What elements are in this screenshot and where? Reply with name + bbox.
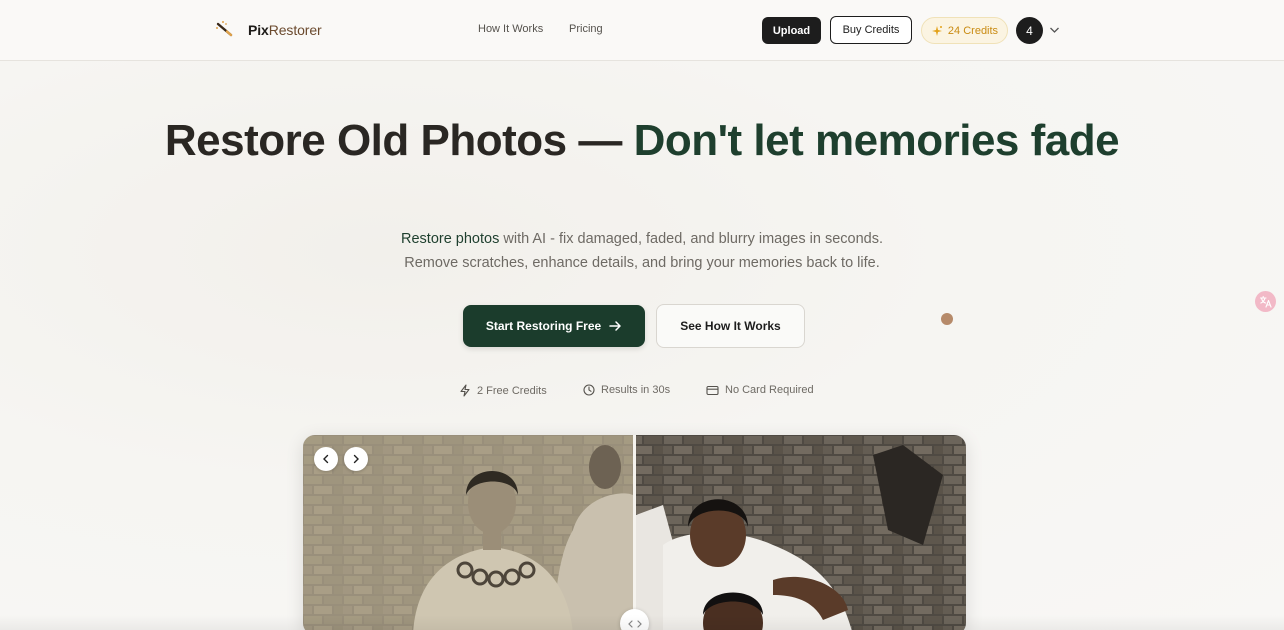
- hero-subtitle-line2: Remove scratches, enhance details, and b…: [404, 255, 880, 271]
- feature-free-credits: 2 Free Credits: [459, 384, 547, 397]
- hero-title: Restore Old Photos — Don't let memories …: [0, 118, 1284, 164]
- hero-title-part1: Restore Old Photos —: [164, 116, 634, 165]
- card-icon: [706, 385, 719, 395]
- sparkle-icon: [931, 25, 942, 36]
- chevron-left-icon: [323, 454, 329, 464]
- before-after-comparison[interactable]: [303, 435, 966, 630]
- feature-label: No Card Required: [725, 384, 814, 396]
- nav-pricing[interactable]: Pricing: [569, 23, 603, 35]
- decorative-dot: [941, 313, 953, 325]
- feature-results-time: Results in 30s: [583, 384, 670, 396]
- feature-no-card: No Card Required: [706, 384, 814, 396]
- bottom-edge-shadow: [0, 615, 1284, 630]
- feature-label: Results in 30s: [601, 384, 671, 396]
- comparison-photo: [303, 435, 966, 630]
- upload-button[interactable]: Upload: [762, 17, 821, 44]
- logo-restorer: Restorer: [268, 22, 322, 38]
- credits-label: 24 Credits: [947, 24, 999, 37]
- clock-icon: [583, 384, 595, 396]
- chevron-down-icon[interactable]: [1049, 25, 1060, 35]
- logo-pix: Pix: [248, 22, 269, 38]
- translate-widget-button[interactable]: [1255, 291, 1276, 312]
- feature-label: 2 Free Credits: [477, 384, 547, 397]
- see-how-it-works-button[interactable]: See How It Works: [656, 304, 805, 348]
- hero-subtitle-line1: Restore photos with AI - fix damaged, fa…: [0, 231, 1284, 247]
- arrow-right-icon: [609, 321, 621, 331]
- translate-icon: [1259, 295, 1272, 308]
- hero-title-part2: Don't let memories fade: [633, 116, 1120, 165]
- nav-how-it-works[interactable]: How It Works: [478, 23, 543, 35]
- chevron-right-icon: [353, 454, 359, 464]
- credits-badge[interactable]: 24 Credits: [921, 17, 1008, 44]
- start-restoring-label: Start Restoring Free: [485, 319, 602, 333]
- next-button[interactable]: [344, 447, 368, 471]
- magic-wand-icon: [216, 21, 233, 37]
- hero-subtitle-rest: with AI - fix damaged, faded, and blurry…: [499, 231, 883, 247]
- top-navbar: PixRestorer How It Works Pricing Upload …: [0, 0, 1284, 61]
- buy-credits-button[interactable]: Buy Credits: [830, 16, 912, 44]
- lightning-icon: [460, 384, 470, 397]
- logo[interactable]: PixRestorer: [214, 19, 322, 41]
- avatar[interactable]: 4: [1016, 17, 1043, 44]
- hero-subtitle-strong: Restore photos: [401, 231, 500, 247]
- logo-text: PixRestorer: [248, 22, 322, 38]
- prev-button[interactable]: [314, 447, 338, 471]
- start-restoring-button[interactable]: Start Restoring Free: [463, 305, 645, 347]
